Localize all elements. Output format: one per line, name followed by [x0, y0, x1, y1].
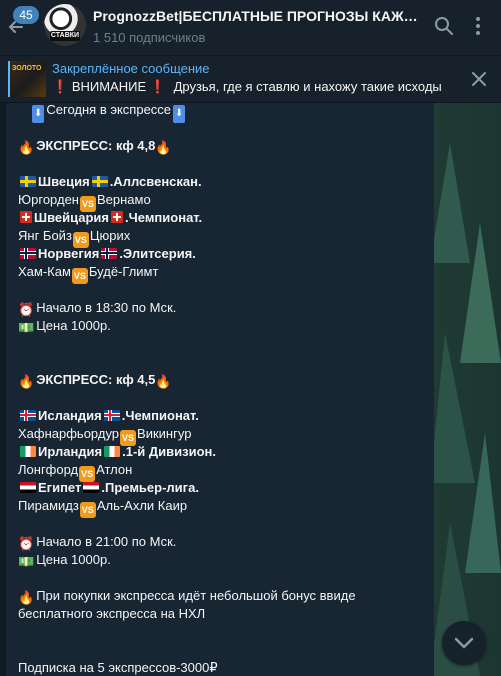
away-team: Аль-Ахли Каир [96, 498, 188, 513]
country-name: Египет [38, 480, 82, 495]
fire-icon: 🔥 [155, 374, 172, 389]
express1-league1: Швеция .Аллсвенскан. [18, 173, 202, 191]
home-team: Пирамидз [18, 498, 79, 513]
egypt-flag-icon [83, 482, 100, 493]
pinned-text-rest: Друзья, где я ставлю и нахожу такие исхо… [173, 79, 442, 94]
subscription-line: Подписка на 5 экспрессов-3000₽ [18, 660, 218, 675]
search-icon[interactable] [432, 14, 456, 38]
bonus-line-2: бесплатного экспресса на НХЛ [18, 606, 206, 621]
express1-league2: Швейцария .Чемпионат. [18, 209, 202, 227]
express1-title-text: ЭКСПРЕСС: кф 4,8 [36, 138, 156, 153]
country-name: Швейцария [34, 210, 110, 225]
pinned-warning: ВНИМАНИЕ [71, 79, 147, 94]
channel-avatar[interactable]: СТАВКИ [44, 4, 86, 46]
country-name: Ирландия [38, 444, 103, 459]
fire-icon: 🔥 [18, 374, 35, 389]
express2-title: 🔥 ЭКСПРЕСС: кф 4,5🔥 [18, 371, 174, 391]
ireland-flag-icon [20, 446, 36, 457]
avatar-label: СТАВКИ [50, 31, 80, 41]
express2-price: 💵 Цена 1000р. [18, 551, 111, 571]
pinned-thumbnail: ЗОЛОТО [8, 61, 46, 97]
iceland-flag-icon [20, 410, 36, 421]
away-team: Атлон [96, 462, 133, 477]
sweden-flag-icon [91, 176, 108, 187]
today-line: ⬇ Сегодня в экспрессе ⬇ [32, 103, 187, 123]
league-name: .Премьер-лига. [101, 480, 199, 495]
bonus-text: При покупки экспресса идёт небольшой бон… [36, 588, 356, 603]
start-time: Начало в 18:30 по Мск. [36, 300, 177, 315]
express1-title: 🔥 ЭКСПРЕСС: кф 4,8🔥 [18, 137, 174, 157]
money-icon: 💵 [18, 554, 35, 569]
league-name: .Аллсвенскан. [109, 174, 202, 189]
sweden-flag-icon [20, 176, 36, 187]
chat-header: 45 СТАВКИ PrognozzBet|БЕСПЛАТНЫЕ ПРОГНОЗ… [0, 0, 501, 56]
price-text: Цена 1000р. [36, 552, 111, 567]
country-name: Норвегия [38, 246, 100, 261]
express1-price: 💵 Цена 1000р. [18, 317, 111, 337]
express1-start: ⏰ Начало в 18:30 по Мск. [18, 299, 176, 319]
fire-icon: 🔥 [155, 140, 172, 155]
exclamation-icon: ❗ [149, 79, 166, 94]
egypt-flag-icon [20, 482, 36, 493]
scroll-down-button[interactable] [442, 621, 486, 665]
league-name: .Чемпионат. [121, 408, 199, 423]
home-team: Юргорден [18, 192, 79, 207]
match-row: Пирамидз VS Аль-Ахли Каир [18, 497, 187, 518]
league-name: .Элитсерия. [119, 246, 196, 261]
express2-title-text: ЭКСПРЕСС: кф 4,5 [36, 372, 156, 387]
away-team: Цюрих [89, 228, 131, 243]
channel-title[interactable]: PrognozzBet|БЕСПЛАТНЫЕ ПРОГНОЗЫ КАЖДЫЙ Д… [93, 8, 423, 24]
chat-area[interactable]: ⬇ Сегодня в экспрессе ⬇ 🔥 ЭКСПРЕСС: кф 4,8🔥… [0, 103, 501, 676]
down-arrow-icon: ⬇ [32, 105, 45, 123]
express1-league3: Норвегия .Элитсерия. [18, 245, 196, 263]
money-icon: 💵 [18, 320, 35, 335]
close-icon[interactable] [470, 70, 488, 88]
home-team: Хафнарфьордур [18, 426, 120, 441]
forest-background [430, 143, 501, 676]
switzerland-flag-icon [111, 211, 124, 223]
switzerland-flag-icon [20, 211, 32, 223]
unread-badge: 45 [13, 6, 39, 24]
price-text: Цена 1000р. [36, 318, 111, 333]
away-team: Викингур [137, 426, 192, 441]
express2-league3: Египет .Премьер-лига. [18, 479, 199, 497]
pinned-message-bar[interactable]: ЗОЛОТО Закреплённое сообщение ❗ ВНИМАНИЕ… [0, 56, 501, 103]
today-text: Сегодня в экспрессе [46, 103, 172, 117]
league-name: .Чемпионат. [125, 210, 203, 225]
chevron-down-icon [454, 637, 474, 649]
bonus-line-1: 🔥 При покупки экспресса идёт небольшой бо… [18, 587, 356, 607]
iceland-flag-icon [103, 410, 120, 421]
home-team: Хам-Кам [18, 264, 71, 279]
away-team: Вернамо [96, 192, 151, 207]
express2-start: ⏰ Начало в 21:00 по Мск. [18, 533, 176, 553]
down-arrow-icon: ⬇ [173, 105, 186, 123]
fire-icon: 🔥 [18, 140, 35, 155]
home-team: Лонгфорд [18, 462, 79, 477]
country-name: Швеция [38, 174, 90, 189]
pinned-title: Закреплённое сообщение [52, 61, 210, 76]
express2-league1: Исландия .Чемпионат. [18, 407, 199, 425]
home-team: Янг Бойз [18, 228, 72, 243]
pinned-text: ❗ ВНИМАНИЕ ❗ Друзья, где я ставлю и нахо… [52, 79, 452, 95]
away-team: Будё-Глимт [88, 264, 159, 279]
more-icon[interactable] [466, 14, 490, 38]
country-name: Исландия [38, 408, 102, 423]
vs-icon: VS [79, 502, 96, 518]
exclamation-icon: ❗ [52, 79, 69, 94]
match-row: Хам-Кам VS Будё-Глимт [18, 263, 158, 284]
express2-league2: Ирландия .1-й Дивизион. [18, 443, 216, 461]
norway-flag-icon [101, 248, 118, 259]
norway-flag-icon [20, 248, 36, 259]
ireland-flag-icon [104, 446, 121, 457]
league-name: .1-й Дивизион. [122, 444, 217, 459]
vs-icon: VS [71, 268, 88, 284]
start-time: Начало в 21:00 по Мск. [36, 534, 177, 549]
subscriber-count: 1 510 подписчиков [93, 30, 206, 45]
